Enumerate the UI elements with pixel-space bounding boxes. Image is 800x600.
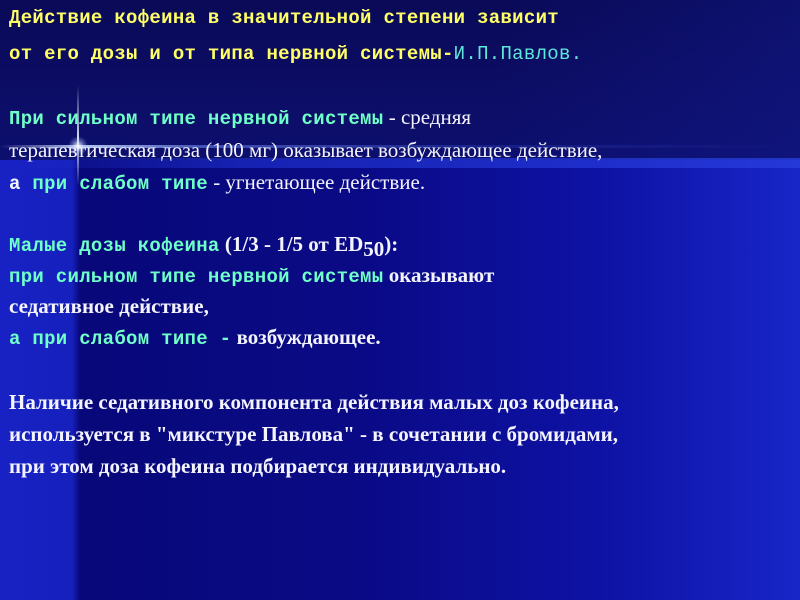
p2-highlight-small-doses: Малые дозы кофеина — [9, 235, 220, 257]
heading-period: . — [570, 43, 583, 65]
p2-dose-range: (1/3 - 1/5 от ED — [219, 232, 364, 256]
p3-text-3: при этом доза кофеина подбирается индиви… — [9, 454, 507, 478]
p3-line-1: Наличие седативного компонента действия … — [9, 390, 619, 415]
heading-line-1: Действие кофеина в значительной степени … — [9, 7, 559, 29]
p2-line-1: Малые дозы кофеина (1/3 - 1/5 от ED50): — [9, 232, 398, 262]
p3-text-1: Наличие седативного компонента действия … — [9, 390, 619, 414]
heading-text-2: от его дозы и от типа нервной системы- — [9, 43, 454, 65]
p2-text-4: возбуждающее. — [231, 325, 381, 349]
p2-line-4: а при слабом типе - возбуждающее. — [9, 325, 381, 350]
p2-text-3: седативное действие, — [9, 294, 209, 318]
p1-highlight-weak-type: при слабом типе — [32, 173, 208, 195]
p3-line-3: при этом доза кофеина подбирается индиви… — [9, 454, 506, 479]
p2-line-2: при сильном типе нервной системы оказыва… — [9, 263, 494, 288]
p3-text-2: используется в "микстуре Павлова" - в со… — [9, 422, 618, 446]
p2-line-3: седативное действие, — [9, 294, 209, 319]
p2-highlight-strong-type: при сильном типе нервной системы — [9, 266, 384, 288]
p2-ed-subscript: 50 — [363, 237, 385, 261]
p1-line-3: а при слабом типе - угнетающее действие. — [9, 170, 425, 195]
p1-text-1: - средняя — [383, 105, 472, 129]
p2-text-2: оказывают — [383, 263, 495, 287]
author-name: И.П.Павлов — [453, 43, 571, 65]
p1-line-2: терапевтическая доза (100 мг) оказывает … — [9, 138, 602, 163]
p1-text-3: - угнетающее действие. — [207, 170, 426, 194]
background-bottom-band — [0, 160, 800, 600]
heading-line-2: от его дозы и от типа нервной системы-И.… — [9, 43, 582, 65]
p1-conjunction: а — [9, 173, 33, 195]
p2-colon: ): — [384, 232, 399, 256]
p3-line-2: используется в "микстуре Павлова" - в со… — [9, 422, 618, 447]
heading-text-1: Действие кофеина в значительной степени … — [9, 7, 559, 29]
p1-line-1: При сильном типе нервной системы - средн… — [9, 105, 471, 130]
p1-text-2: терапевтическая доза (100 мг) оказывает … — [9, 138, 603, 162]
p2-highlight-weak-type: а при слабом типе - — [9, 328, 232, 350]
p1-highlight-strong-type: При сильном типе нервной системы — [9, 108, 384, 130]
